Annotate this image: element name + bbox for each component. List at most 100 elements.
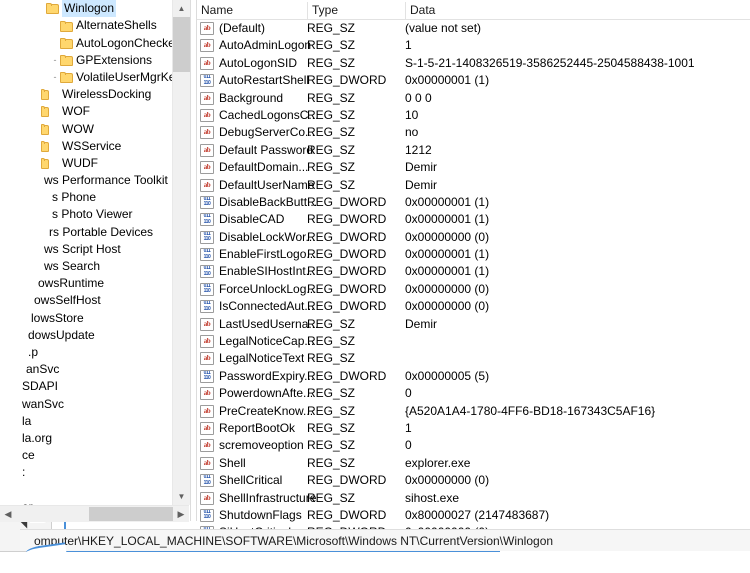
- value-row[interactable]: ab LastUsedUserna... REG_SZ Demir: [197, 316, 750, 333]
- column-header-data[interactable]: Data: [405, 2, 750, 19]
- tree-vertical-scrollbar[interactable]: ▲ ▼: [172, 0, 190, 505]
- value-type: REG_SZ: [307, 490, 356, 505]
- registry-values-list[interactable]: Name Type Data ab (Default) REG_SZ (value n…: [197, 0, 750, 540]
- value-row[interactable]: 011 110 DisableLockWor... REG_DWORD 0x000000…: [197, 229, 750, 246]
- value-data: 0 0 0: [405, 90, 432, 105]
- value-row[interactable]: 011 110 PasswordExpiry... REG_DWORD 0x000000…: [197, 368, 750, 385]
- value-row[interactable]: 011 110 DisableBackButt... REG_DWORD 0x00000…: [197, 194, 750, 211]
- tree-item-label: WOW: [62, 121, 94, 136]
- tree-horizontal-scroll-thumb[interactable]: [89, 507, 173, 521]
- tree-item[interactable]: owsSelfHost: [0, 292, 174, 309]
- registry-key-tree[interactable]: Winlogon AlternateShells AutoLogonChecked -…: [0, 0, 192, 521]
- tree-scroll-left-button[interactable]: ◀: [0, 506, 16, 522]
- value-row[interactable]: ab DefaultDomain... REG_SZ Demir: [197, 159, 750, 176]
- tree-horizontal-scrollbar[interactable]: ◀ ▶: [0, 505, 189, 522]
- tree-item[interactable]: [0, 481, 174, 498]
- value-name: CachedLogonsC...: [219, 107, 319, 122]
- tree-item[interactable]: dowsUpdate: [0, 327, 174, 344]
- tree-item[interactable]: wanSvc: [0, 395, 174, 412]
- tree-scroll-right-button[interactable]: ▶: [173, 506, 189, 522]
- tree-item[interactable]: WSService: [0, 138, 174, 155]
- tree-item-label: WSService: [62, 138, 122, 153]
- value-data: S-1-5-21-1408326519-3586252445-250458843…: [405, 55, 695, 70]
- tree-item[interactable]: - GPExtensions: [0, 52, 174, 69]
- value-row[interactable]: 011 110 EnableFirstLogo... REG_DWORD 0x00000…: [197, 246, 750, 263]
- value-row[interactable]: ab DebugServerCo... REG_SZ no: [197, 124, 750, 141]
- tree-item[interactable]: ws Performance Toolkit: [0, 172, 174, 189]
- tree-item-label: owsRuntime: [38, 276, 105, 291]
- value-type: REG_DWORD: [307, 264, 387, 279]
- value-data: Demir: [405, 177, 437, 192]
- column-header-name[interactable]: Name: [197, 2, 307, 19]
- tree-item[interactable]: AutoLogonChecked: [0, 34, 174, 51]
- tree-item-label: anSvc: [26, 362, 60, 377]
- tree-item[interactable]: .p: [0, 344, 174, 361]
- value-row[interactable]: ab PreCreateKnow... REG_SZ {A520A1A4-1780-4…: [197, 403, 750, 420]
- value-row[interactable]: ab PowerdownAfte... REG_SZ 0: [197, 385, 750, 402]
- value-name: LegalNoticeCap...: [219, 334, 315, 349]
- value-row[interactable]: ab LegalNoticeCap... REG_SZ: [197, 333, 750, 350]
- tree-item[interactable]: - VolatileUserMgrKey: [0, 69, 175, 86]
- value-row[interactable]: ab CachedLogonsC... REG_SZ 10: [197, 107, 750, 124]
- tree-item[interactable]: la: [0, 413, 174, 430]
- tree-item[interactable]: s Phone: [0, 189, 174, 206]
- value-row[interactable]: ab AutoLogonSID REG_SZ S-1-5-21-1408326519-…: [197, 55, 750, 72]
- value-row[interactable]: ab (Default) REG_SZ (value not set): [197, 20, 750, 37]
- tree-item[interactable]: rs Portable Devices: [0, 223, 174, 240]
- tree-item[interactable]: ce: [0, 447, 174, 464]
- value-data: sihost.exe: [405, 490, 460, 505]
- value-row[interactable]: 011 110 EnableSIHostInt... REG_DWORD 0x00000…: [197, 263, 750, 280]
- tree-expander-icon[interactable]: -: [50, 52, 60, 69]
- tree-item[interactable]: owsRuntime: [0, 275, 174, 292]
- tree-vertical-scroll-thumb[interactable]: [173, 17, 190, 72]
- pane-splitter[interactable]: [190, 0, 197, 521]
- value-row[interactable]: 011 110 ShutdownFlags REG_DWORD 0x80000027 (…: [197, 507, 750, 524]
- tree-item[interactable]: ws Script Host: [0, 241, 174, 258]
- value-name: EnableFirstLogo...: [219, 247, 317, 262]
- value-row[interactable]: ab LegalNoticeText REG_SZ: [197, 350, 750, 367]
- value-row[interactable]: ab ShellInfrastructure REG_SZ sihost.exe: [197, 490, 750, 507]
- tree-item[interactable]: WirelessDocking: [0, 86, 174, 103]
- tree-expander-icon[interactable]: -: [50, 69, 60, 86]
- value-row[interactable]: ab Default Password REG_SZ 1212: [197, 142, 750, 159]
- tree-scroll-down-button[interactable]: ▼: [173, 488, 190, 505]
- value-type: REG_SZ: [307, 177, 356, 192]
- tree-item[interactable]: la.org: [0, 430, 174, 447]
- value-data: 1: [405, 420, 412, 435]
- value-type: REG_DWORD: [307, 212, 387, 227]
- dword-value-icon: 011110: [200, 282, 214, 296]
- value-row[interactable]: ab ReportBootOk REG_SZ 1: [197, 420, 750, 437]
- tree-item[interactable]: ws Search: [0, 258, 174, 275]
- value-row[interactable]: 011 110 ForceUnlockLog... REG_DWORD 0x000000…: [197, 281, 750, 298]
- value-data: 0: [405, 438, 412, 453]
- value-row[interactable]: 011 110 DisableCAD REG_DWORD 0x00000001 (1): [197, 211, 750, 228]
- value-row[interactable]: ab AutoAdminLogon REG_SZ 1: [197, 37, 750, 54]
- tree-item[interactable]: Winlogon: [0, 0, 174, 18]
- column-header-type[interactable]: Type: [307, 2, 405, 19]
- dword-value-icon: 011110: [200, 369, 214, 383]
- tree-item[interactable]: SDAPI: [0, 378, 174, 395]
- value-row[interactable]: 011 110 AutoRestartShell REG_DWORD 0x0000000…: [197, 72, 750, 89]
- tree-item[interactable]: WOF: [0, 103, 174, 120]
- tree-item[interactable]: :: [0, 464, 174, 481]
- value-type: REG_SZ: [307, 55, 356, 70]
- value-row[interactable]: ab DefaultUserName REG_SZ Demir: [197, 177, 750, 194]
- tree-item[interactable]: WUDF: [0, 155, 174, 172]
- value-row[interactable]: 011 110 ShellCritical REG_DWORD 0x00000000 (…: [197, 472, 750, 489]
- tree-item[interactable]: AlternateShells: [0, 17, 174, 34]
- tree-item-label: AutoLogonChecked: [76, 35, 174, 50]
- value-data: 0x80000027 (2147483687): [405, 507, 550, 522]
- value-row[interactable]: ab Background REG_SZ 0 0 0: [197, 90, 750, 107]
- folder-icon: [41, 89, 59, 101]
- tree-item[interactable]: anSvc: [0, 361, 174, 378]
- value-data: no: [405, 125, 419, 140]
- tree-item[interactable]: WOW: [0, 120, 174, 137]
- tree-item[interactable]: s Photo Viewer: [0, 206, 174, 223]
- value-data: (value not set): [405, 21, 482, 35]
- value-row[interactable]: ab scremoveoption REG_SZ 0: [197, 437, 750, 454]
- value-row[interactable]: ab Shell REG_SZ explorer.exe: [197, 455, 750, 472]
- value-row[interactable]: 011 110 IsConnectedAut... REG_DWORD 0x000000…: [197, 298, 750, 315]
- tree-scroll-up-button[interactable]: ▲: [173, 0, 190, 17]
- value-name: scremoveoption: [219, 438, 304, 453]
- tree-item[interactable]: lowsStore: [0, 309, 174, 326]
